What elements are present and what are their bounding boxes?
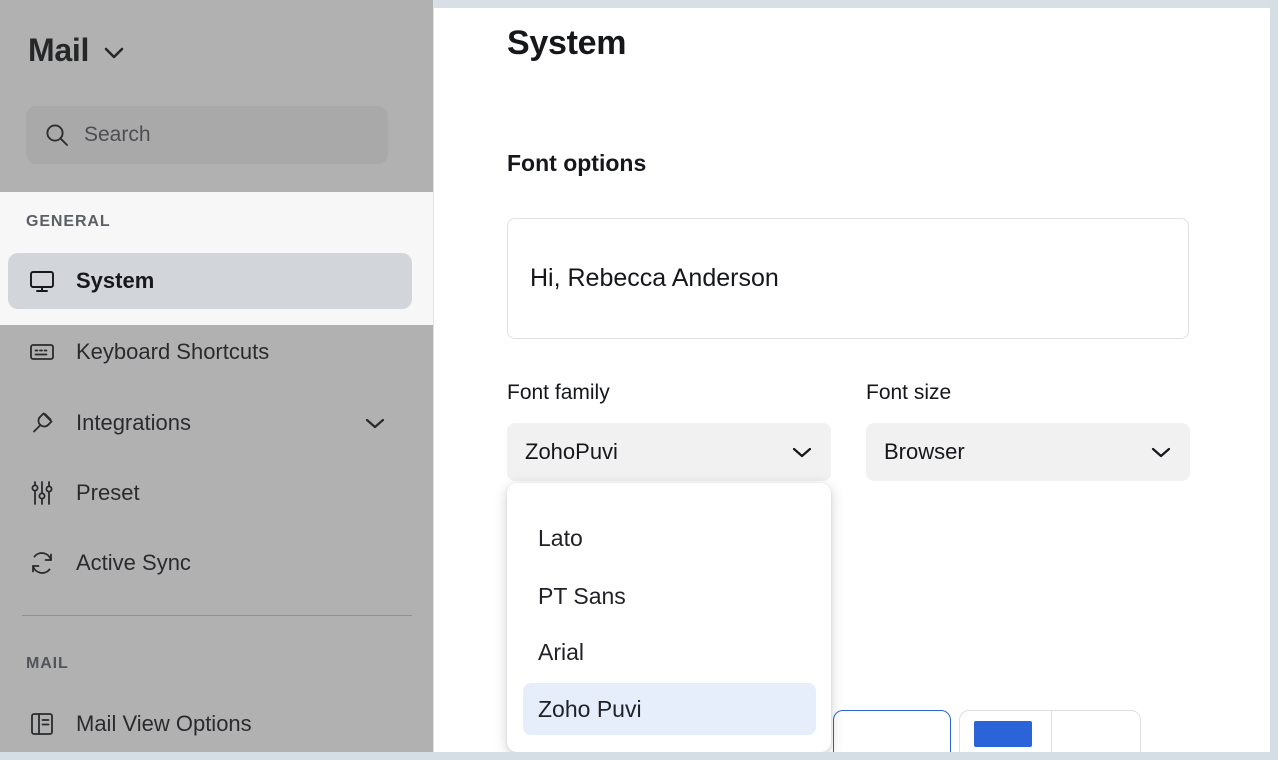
theme-card-selected[interactable] [833,710,951,752]
sidebar-item-label: Active Sync [76,550,191,576]
sidebar-item-label: System [76,268,154,294]
font-family-value: ZohoPuvi [525,439,791,465]
sidebar-item-label: Integrations [76,410,191,436]
main-content: System Font options Hi, Rebecca Anderson… [435,8,1270,752]
dropdown-option-lato[interactable]: Lato [523,512,816,564]
theme-card-plain[interactable] [959,710,1141,752]
dropdown-option-pt-sans[interactable]: PT Sans [523,570,816,622]
window-edge-right [1270,0,1278,760]
sidebar-item-active-sync[interactable]: Active Sync [8,535,412,591]
font-family-dropdown[interactable]: Lato PT Sans Arial Zoho Puvi [507,483,831,752]
section-title-font-options: Font options [507,150,646,177]
sidebar-item-label: Preset [76,480,140,506]
sidebar-app-title: Mail [28,32,89,69]
theme-card-left-panel [960,711,1052,752]
chevron-down-icon[interactable] [103,41,125,60]
monitor-icon [28,267,58,295]
sidebar-header[interactable]: Mail [0,0,433,100]
font-family-select[interactable]: ZohoPuvi [507,423,831,481]
sidebar-item-system[interactable]: System [8,253,412,309]
sync-icon [28,549,58,577]
font-preview-box: Hi, Rebecca Anderson [507,218,1189,339]
chevron-down-icon[interactable] [791,446,813,459]
font-size-value: Browser [884,439,1150,465]
layout-panel-icon [28,710,58,738]
page-title: System [507,24,626,63]
label-font-family: Font family [507,381,610,405]
sidebar-item-mail-view-options[interactable]: Mail View Options [8,696,412,752]
theme-card-right-panel [1052,711,1140,752]
sidebar-item-label: Keyboard Shortcuts [76,339,269,365]
dropdown-option-arial[interactable]: Arial [523,626,816,678]
sidebar-item-keyboard-shortcuts[interactable]: Keyboard Shortcuts [8,324,412,380]
sidebar-item-preset[interactable]: Preset [8,465,412,521]
sidebar-group-label-mail: MAIL [26,655,69,673]
font-size-select[interactable]: Browser [866,423,1190,481]
chevron-down-icon[interactable] [364,417,386,430]
label-font-size: Font size [866,381,951,405]
sidebar: Mail Search GENERAL [0,0,434,760]
sidebar-group-label-general: GENERAL [26,213,111,231]
font-preview-text: Hi, Rebecca Anderson [530,264,779,293]
sidebar-divider [22,615,412,616]
keyboard-icon [28,338,58,366]
sidebar-item-label: Mail View Options [76,711,252,737]
chevron-down-icon[interactable] [1150,446,1172,459]
app-root: Mail Search GENERAL [0,0,1278,760]
theme-card-accent-block [974,721,1032,747]
dropdown-option-zoho-puvi[interactable]: Zoho Puvi [523,683,816,735]
search-placeholder: Search [84,123,151,147]
sliders-icon [28,479,58,507]
window-edge-bottom [0,752,1278,760]
search-input[interactable]: Search [26,106,388,164]
plug-icon [28,409,58,437]
sidebar-item-integrations[interactable]: Integrations [8,395,412,451]
search-icon [44,122,70,148]
content-topbar [434,0,1278,8]
